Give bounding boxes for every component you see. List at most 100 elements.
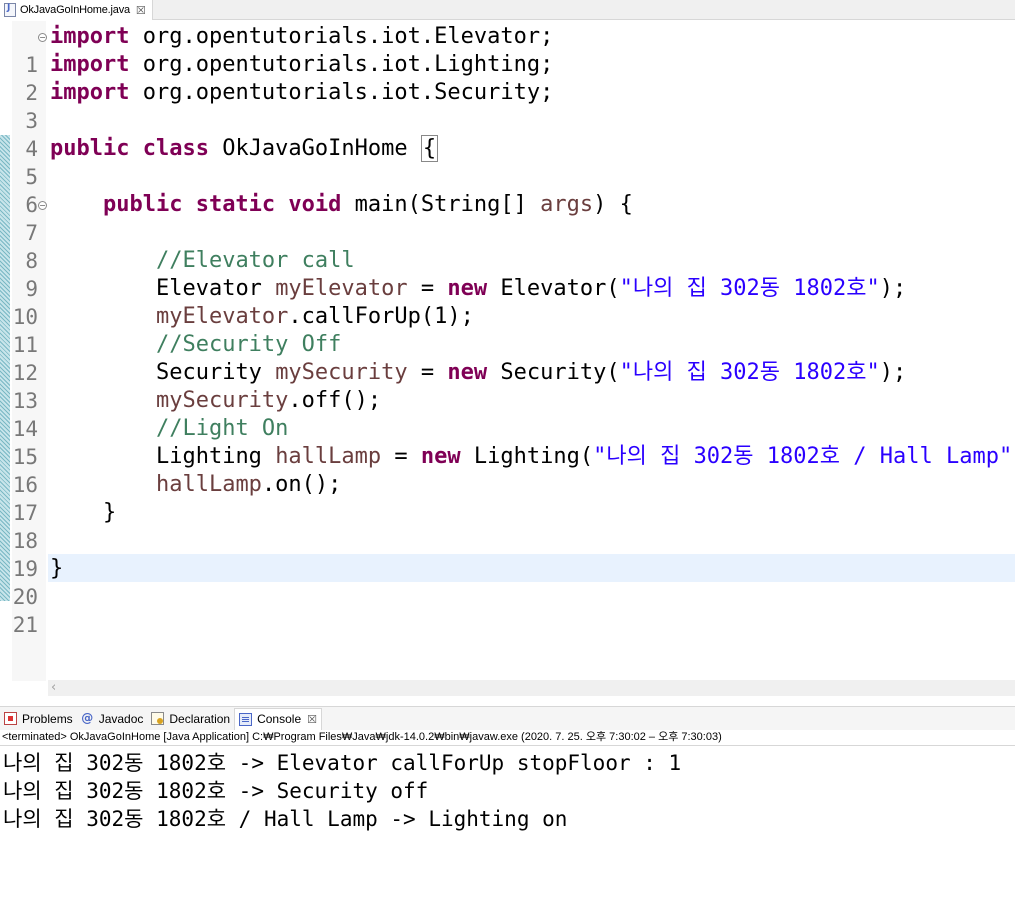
- code-text: .on();: [261, 472, 342, 497]
- horizontal-scrollbar[interactable]: ‹: [48, 680, 1015, 696]
- code-line: 7 − public static void main(String[] arg…: [0, 191, 1015, 245]
- scroll-left-icon[interactable]: ‹: [51, 680, 56, 696]
- declaration-icon: [151, 712, 165, 725]
- javadoc-icon: @: [81, 711, 94, 725]
- keyword: import: [50, 80, 130, 105]
- code-line: 1 − import org.opentutorials.iot.Elevato…: [0, 23, 1015, 77]
- string-literal: "나의 집 302동 1802호 / Hall Lamp": [593, 444, 1013, 469]
- local-variable: myElevator: [155, 304, 289, 329]
- keyword: new: [447, 360, 488, 385]
- code-text: }: [50, 500, 117, 525]
- close-icon[interactable]: ☒: [136, 4, 146, 17]
- code-text: ) {: [593, 192, 633, 217]
- code-line: 9 //Elevator call: [0, 247, 1015, 301]
- local-variable: hallLamp: [275, 444, 382, 469]
- editor-tab-okjavagoinhome[interactable]: OkJavaGoInHome.java ☒: [0, 0, 153, 20]
- tab-label: Console: [257, 712, 302, 726]
- comment: //Elevator call: [155, 248, 355, 273]
- tab-console[interactable]: Console ☒: [234, 707, 322, 730]
- code-line: 4: [0, 107, 1015, 161]
- type-name: Lighting: [155, 444, 276, 469]
- code-line: 12 //Security Off: [0, 331, 1015, 385]
- code-line: 13 Security mySecurity = new Security("나…: [0, 359, 1015, 413]
- fold-collapse-icon[interactable]: −: [38, 201, 47, 210]
- code-line: 19: [0, 527, 1015, 581]
- fold-collapse-icon[interactable]: −: [38, 33, 47, 42]
- code-line: 6: [0, 163, 1015, 217]
- code-editor[interactable]: 1 − import org.opentutorials.iot.Elevato…: [0, 21, 1015, 696]
- console-output[interactable]: 나의 집 302동 1802호 -> Elevator callForUp st…: [0, 748, 1015, 901]
- code-text: );: [879, 360, 907, 385]
- string-literal: "나의 집 302동 1802호": [619, 360, 880, 385]
- code-text: .callForUp(1);: [288, 304, 474, 329]
- string-literal: "나의 집 302동 1802호": [619, 276, 880, 301]
- local-variable: mySecurity: [275, 360, 408, 385]
- code-line: 3 import org.opentutorials.iot.Security;: [0, 79, 1015, 133]
- keyword: public static void: [102, 192, 342, 217]
- console-output-line: 나의 집 302동 1802호 / Hall Lamp -> Lighting …: [3, 807, 568, 831]
- code-line: 11 myElevator.callForUp(1);: [0, 303, 1015, 357]
- code-line-current: 20 }: [0, 555, 1015, 609]
- line-number: 21: [12, 613, 38, 637]
- code-text: main(String[]: [341, 192, 541, 217]
- local-variable: mySecurity: [155, 388, 289, 413]
- keyword: public class: [50, 136, 209, 161]
- code-line: 16 Lighting hallLamp = new Lighting("나의 …: [0, 443, 1015, 497]
- tab-label: Problems: [22, 711, 73, 726]
- code-text: Elevator(: [487, 276, 620, 301]
- code-line: 21: [0, 583, 1015, 637]
- tab-javadoc[interactable]: @ Javadoc: [77, 708, 148, 730]
- keyword: new: [447, 276, 488, 301]
- tab-problems[interactable]: Problems: [0, 708, 77, 730]
- console-output-line: 나의 집 302동 1802호 -> Security off: [3, 779, 429, 803]
- console-status-line: <terminated> OkJavaGoInHome [Java Applic…: [0, 730, 1015, 746]
- matching-bracket: {: [420, 135, 439, 162]
- operator: =: [381, 444, 421, 469]
- operator: =: [407, 360, 448, 385]
- bottom-panel-tabs: Problems @ Javadoc Declaration Console ☒: [0, 706, 1015, 730]
- close-icon[interactable]: ☒: [307, 713, 317, 726]
- problems-icon: [4, 712, 17, 725]
- code-text: Lighting(: [460, 444, 594, 469]
- tab-label: Declaration: [169, 711, 231, 726]
- code-line: 17 hallLamp.on();: [0, 471, 1015, 525]
- keyword: new: [420, 444, 461, 469]
- class-name: OkJavaGoInHome: [208, 136, 421, 161]
- code-line: 2 import org.opentutorials.iot.Lighting;: [0, 51, 1015, 105]
- code-text: org.opentutorials.iot.Elevator;: [129, 24, 554, 49]
- keyword: import: [50, 52, 130, 77]
- code-text: org.opentutorials.iot.Lighting;: [129, 52, 554, 77]
- code-line: 14 mySecurity.off();: [0, 387, 1015, 441]
- editor-tab-label: OkJavaGoInHome.java: [20, 4, 130, 16]
- comment: //Security Off: [155, 332, 342, 357]
- local-variable: hallLamp: [155, 472, 262, 497]
- code-line: 5 public class OkJavaGoInHome {: [0, 135, 1015, 189]
- local-variable: myElevator: [275, 276, 408, 301]
- code-text: }: [50, 556, 64, 581]
- operator: =: [407, 276, 448, 301]
- type-name: Elevator: [155, 276, 276, 301]
- console-icon: [239, 712, 253, 726]
- type-name: Security: [155, 360, 276, 385]
- keyword: import: [50, 24, 130, 49]
- code-text: .off();: [288, 388, 382, 413]
- code-line: 18 }: [0, 499, 1015, 553]
- tab-declaration[interactable]: Declaration: [147, 708, 234, 730]
- code-text: Security(: [487, 360, 620, 385]
- java-file-icon: [4, 3, 16, 17]
- editor-tab-bar: OkJavaGoInHome.java ☒: [0, 0, 1015, 20]
- code-text: org.opentutorials.iot.Security;: [129, 80, 554, 105]
- code-text: );: [879, 276, 907, 301]
- code-line: 15 //Light On: [0, 415, 1015, 469]
- code-line: 10 Elevator myElevator = new Elevator("나…: [0, 275, 1015, 329]
